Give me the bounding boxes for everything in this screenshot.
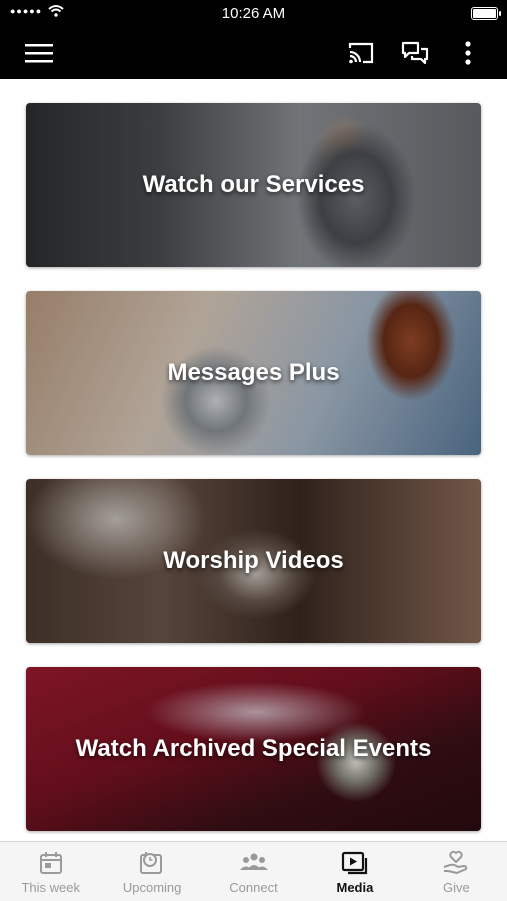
tab-label: Media <box>336 880 374 895</box>
battery-icon <box>471 7 501 20</box>
app-bar <box>0 26 507 79</box>
tab-this-week[interactable]: This week <box>0 842 101 901</box>
more-options-button[interactable] <box>448 26 488 79</box>
card-title: Watch Archived Special Events <box>75 735 432 762</box>
people-icon <box>239 853 268 870</box>
card-title: Worship Videos <box>163 547 344 574</box>
status-time: 10:26 AM <box>221 5 286 22</box>
calendar-clock-icon <box>140 852 163 874</box>
tab-label: Connect <box>229 880 278 895</box>
card-messages-plus[interactable]: Messages Plus <box>26 291 481 455</box>
card-archived-special-events[interactable]: Watch Archived Special Events <box>26 667 481 831</box>
hand-heart-icon <box>444 850 468 874</box>
chat-bubbles-icon <box>401 41 429 64</box>
card-title: Messages Plus <box>167 359 340 386</box>
menu-button[interactable] <box>12 26 66 79</box>
cast-button[interactable] <box>338 26 384 79</box>
tab-give[interactable]: Give <box>406 842 507 901</box>
cast-icon <box>348 42 374 63</box>
card-worship-videos[interactable]: Worship Videos <box>26 479 481 643</box>
tab-connect[interactable]: Connect <box>203 842 304 901</box>
card-watch-services[interactable]: Watch our Services <box>26 103 481 267</box>
media-list: Watch our Services Messages Plus Worship… <box>0 79 507 841</box>
tab-media[interactable]: Media <box>304 842 405 901</box>
tab-label: This week <box>21 880 80 895</box>
chat-button[interactable] <box>392 26 438 79</box>
more-vertical-icon <box>465 40 471 65</box>
tab-label: Upcoming <box>122 880 182 895</box>
hamburger-menu-icon <box>25 43 53 62</box>
tab-upcoming[interactable]: Upcoming <box>101 842 202 901</box>
tab-label: Give <box>442 880 470 895</box>
bottom-tab-bar: This week Upcoming Connect Media Give <box>0 841 507 901</box>
status-bar: ●●●●● 10:26 AM <box>0 0 507 26</box>
play-media-icon <box>341 851 368 875</box>
calendar-icon <box>39 852 62 874</box>
card-title: Watch our Services <box>142 171 365 198</box>
